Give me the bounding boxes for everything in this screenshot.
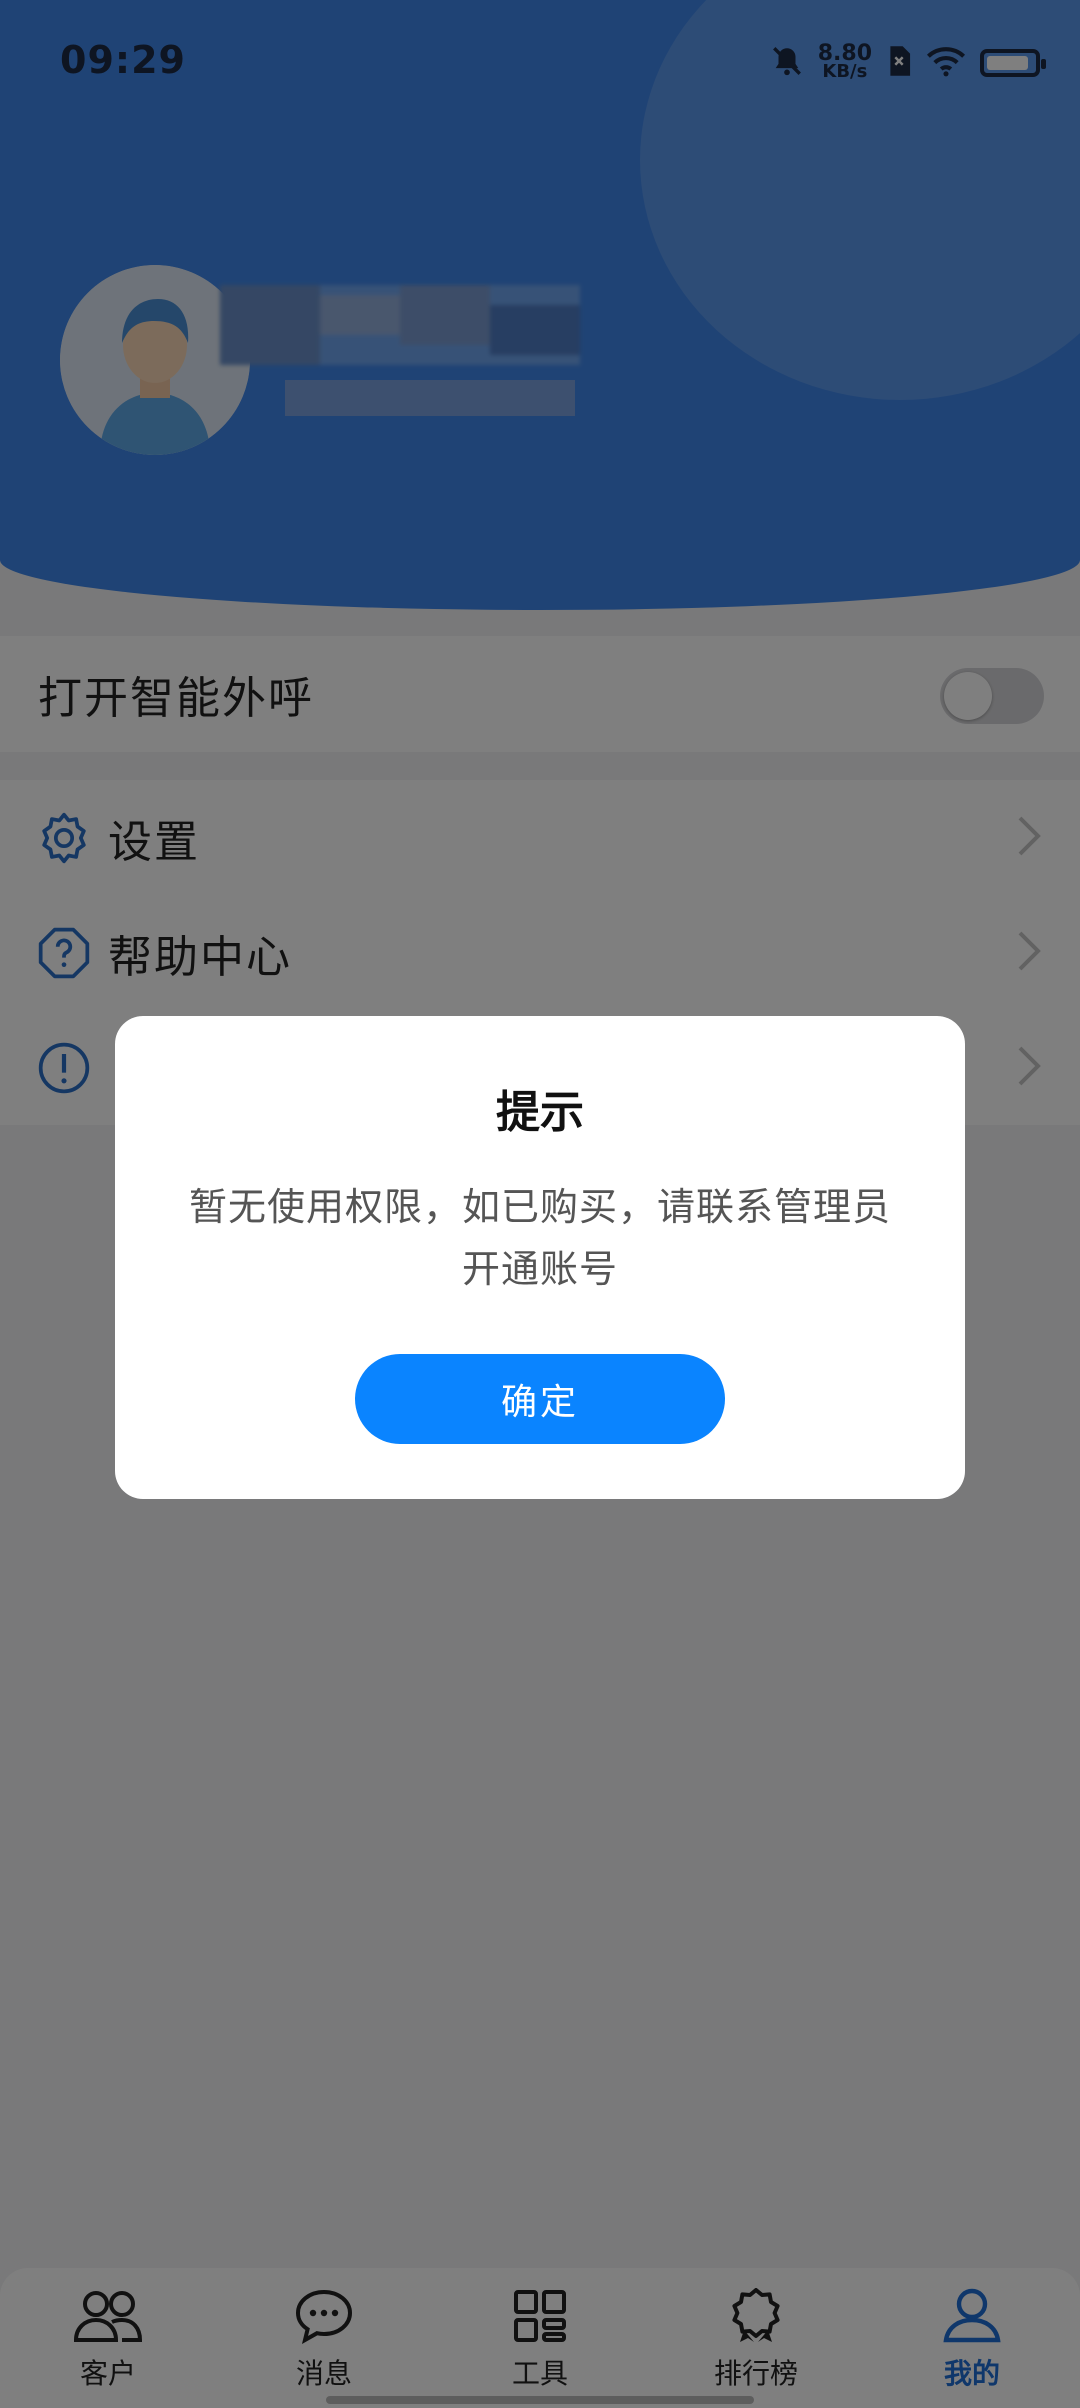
permission-dialog: 提示 暂无使用权限，如已购买，请联系管理员开通账号 确定	[115, 1016, 965, 1499]
confirm-button[interactable]: 确定	[355, 1354, 725, 1444]
dialog-message: 暂无使用权限，如已购买，请联系管理员开通账号	[188, 1185, 891, 1291]
dialog-title: 提示	[496, 1087, 584, 1138]
